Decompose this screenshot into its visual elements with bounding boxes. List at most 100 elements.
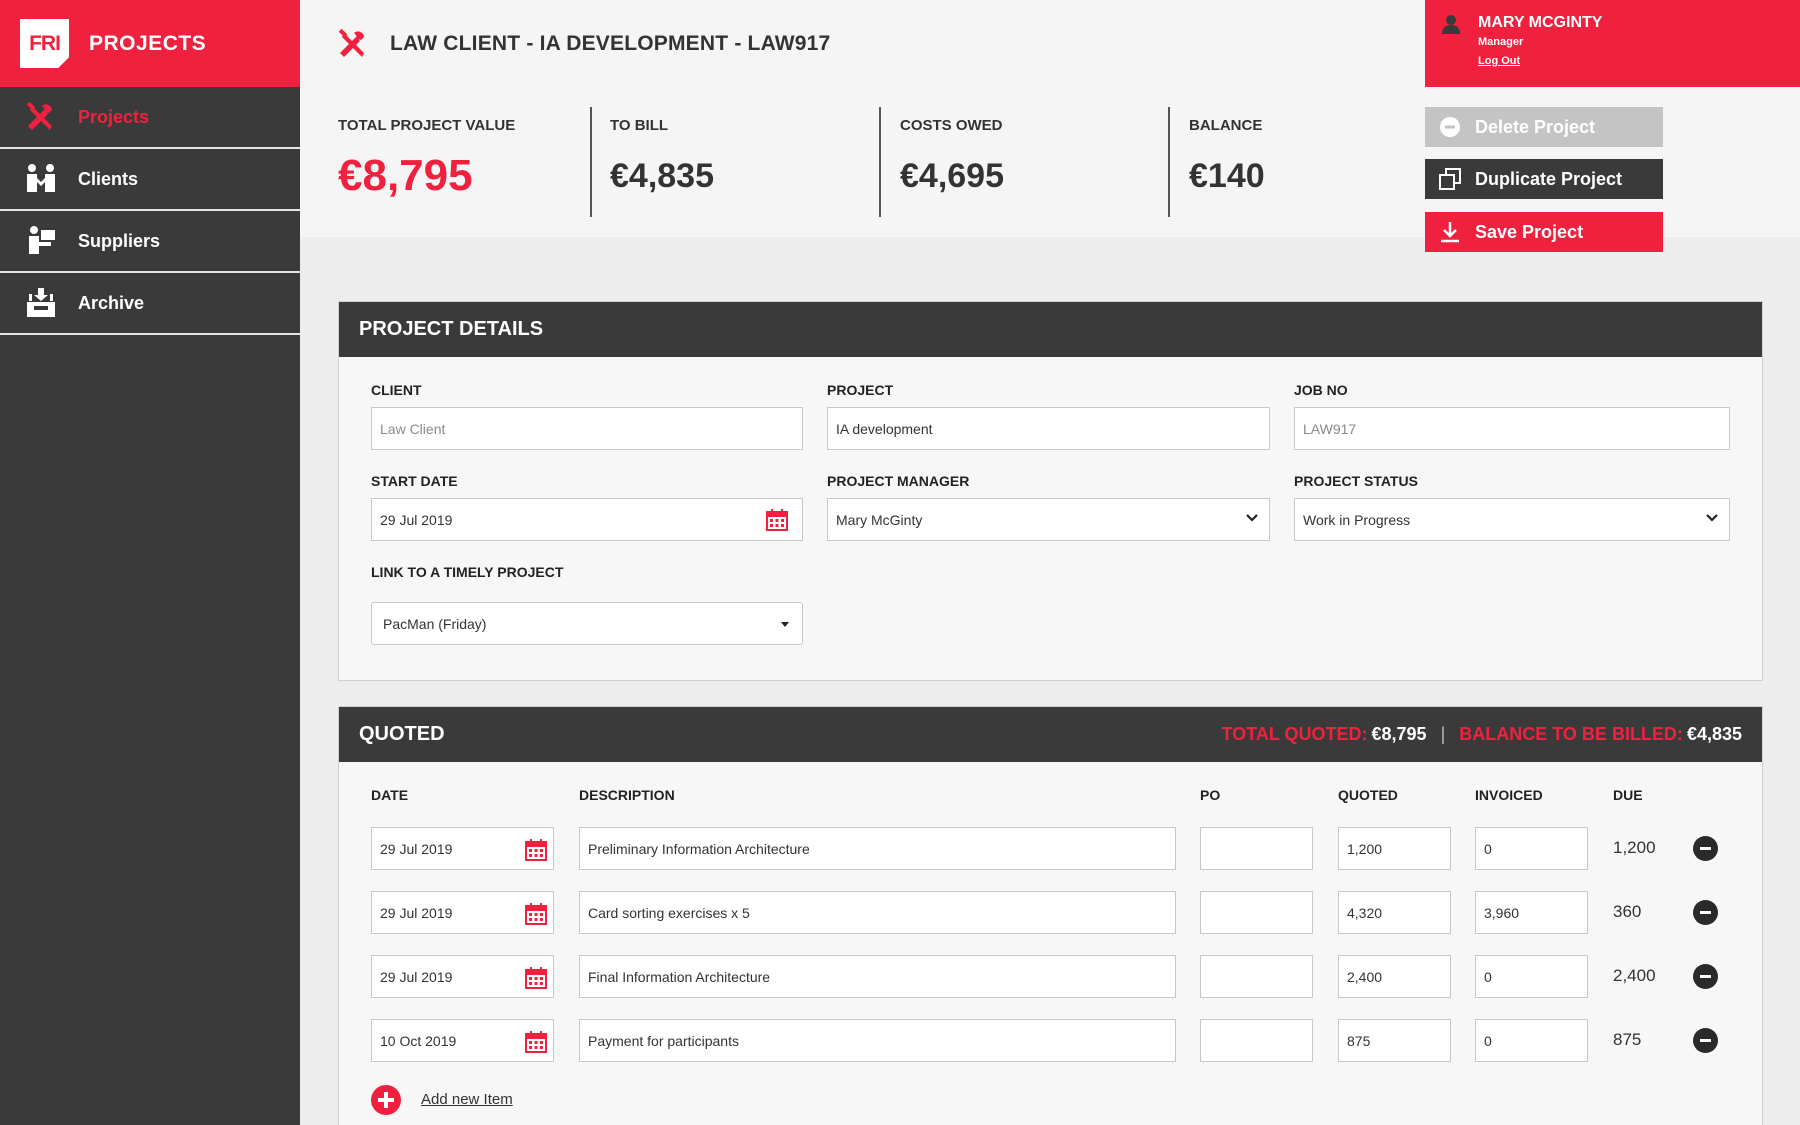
calendar-icon[interactable]	[525, 903, 547, 928]
row-invoiced-field[interactable]: 0	[1475, 827, 1588, 870]
column-header-invoiced: INVOICED	[1475, 787, 1543, 803]
row-invoiced-field[interactable]: 0	[1475, 1019, 1588, 1062]
row-invoiced: 3,960	[1484, 904, 1520, 921]
duplicate-project-button[interactable]: Duplicate Project	[1425, 159, 1663, 199]
row-po-field[interactable]	[1200, 827, 1313, 870]
row-date-field[interactable]: 29 Jul 2019	[371, 891, 554, 934]
project-label: PROJECT	[827, 382, 894, 398]
button-label: Delete Project	[1475, 116, 1596, 137]
archive-icon	[24, 286, 58, 320]
row-date-field[interactable]: 29 Jul 2019	[371, 955, 554, 998]
panel-title: QUOTED	[359, 723, 445, 745]
add-item-button[interactable]	[371, 1085, 401, 1115]
chevron-down-icon	[1245, 511, 1259, 528]
row-invoiced-field[interactable]: 3,960	[1475, 891, 1588, 934]
row-description: Payment for participants	[588, 1032, 739, 1049]
minus-circle-icon	[1439, 116, 1461, 138]
row-quoted-field[interactable]: 875	[1338, 1019, 1451, 1062]
add-new-item-link[interactable]: Add new Item	[421, 1091, 513, 1108]
remove-row-button[interactable]	[1693, 964, 1718, 989]
sidebar-item-clients[interactable]: Clients	[0, 149, 300, 211]
row-description: Card sorting exercises x 5	[588, 904, 750, 921]
calendar-icon[interactable]	[525, 967, 547, 992]
chevron-down-icon	[1705, 511, 1719, 528]
row-date: 29 Jul 2019	[380, 904, 453, 921]
row-description-field[interactable]: Card sorting exercises x 5	[579, 891, 1176, 934]
start-date-value: 29 Jul 2019	[380, 511, 453, 528]
column-header-due: DUE	[1613, 787, 1643, 803]
calendar-icon[interactable]	[525, 839, 547, 864]
job-no-field[interactable]: LAW917	[1294, 407, 1730, 450]
stat-label: BALANCE	[1189, 117, 1263, 134]
client-label: CLIENT	[371, 382, 422, 398]
calendar-icon[interactable]	[766, 509, 788, 531]
row-due: 2,400	[1613, 966, 1656, 985]
row-quoted-field[interactable]: 4,320	[1338, 891, 1451, 934]
stat-value: €140	[1189, 157, 1265, 195]
row-po-field[interactable]	[1200, 1019, 1313, 1062]
sidebar: Projects Clients Suppliers Archive	[0, 87, 300, 1125]
remove-row-button[interactable]	[1693, 900, 1718, 925]
save-project-button[interactable]: Save Project	[1425, 212, 1663, 252]
stat-label: TOTAL PROJECT VALUE	[338, 117, 516, 134]
remove-row-button[interactable]	[1693, 836, 1718, 861]
project-status-select[interactable]: Work in Progress	[1294, 498, 1730, 541]
row-invoiced-field[interactable]: 0	[1475, 955, 1588, 998]
calendar-icon[interactable]	[525, 1031, 547, 1056]
row-date-field[interactable]: 10 Oct 2019	[371, 1019, 554, 1062]
timely-project-label: LINK TO A TIMELY PROJECT	[371, 564, 564, 580]
plus-icon	[378, 1092, 394, 1108]
sidebar-item-archive[interactable]: Archive	[0, 273, 300, 335]
user-icon	[1442, 14, 1460, 34]
remove-row-button[interactable]	[1693, 1028, 1718, 1053]
total-quoted-value: €8,795	[1371, 724, 1427, 744]
start-date-field[interactable]: 29 Jul 2019	[371, 498, 803, 541]
row-quoted: 875	[1347, 1032, 1371, 1049]
row-due: 875	[1613, 1030, 1642, 1049]
user-panel: MARY MCGINTY Manager Log Out	[1425, 0, 1800, 87]
row-description-field[interactable]: Preliminary Information Architecture	[579, 827, 1176, 870]
column-header-po: PO	[1200, 787, 1221, 803]
stat-value: €8,795	[338, 151, 473, 200]
sidebar-item-projects[interactable]: Projects	[0, 87, 300, 149]
row-quoted: 2,400	[1347, 968, 1383, 985]
row-date-field[interactable]: 29 Jul 2019	[371, 827, 554, 870]
user-role: Manager	[1478, 36, 1524, 48]
user-name: MARY MCGINTY	[1478, 14, 1603, 31]
fri-logo: FRI	[20, 19, 69, 68]
row-date: 29 Jul 2019	[380, 840, 453, 857]
row-due: 1,200	[1613, 838, 1656, 857]
panel-header: PROJECT DETAILS	[339, 302, 1762, 357]
client-field[interactable]: Law Client	[371, 407, 803, 450]
delete-project-button[interactable]: Delete Project	[1425, 107, 1663, 147]
project-status-label: PROJECT STATUS	[1294, 473, 1418, 489]
job-no-placeholder: LAW917	[1303, 420, 1357, 437]
project-field[interactable]: IA development	[827, 407, 1270, 450]
stat-label: TO BILL	[610, 117, 669, 134]
sidebar-item-label: Projects	[78, 106, 150, 127]
quoted-panel: QUOTED TOTAL QUOTED: €8,795 | BALANCE TO…	[338, 706, 1763, 1125]
row-po-field[interactable]	[1200, 955, 1313, 998]
row-po-field[interactable]	[1200, 891, 1313, 934]
project-value: IA development	[836, 420, 933, 437]
tools-icon	[24, 100, 58, 134]
row-date: 10 Oct 2019	[380, 1032, 457, 1049]
logout-link[interactable]: Log Out	[1478, 55, 1520, 67]
timely-project-select[interactable]: PacMan (Friday)	[371, 602, 803, 645]
row-quoted-field[interactable]: 2,400	[1338, 955, 1451, 998]
row-quoted-field[interactable]: 1,200	[1338, 827, 1451, 870]
project-summary: TOTAL PROJECT VALUE €8,795 TO BILL €4,83…	[300, 87, 1425, 237]
start-date-label: START DATE	[371, 473, 458, 489]
row-description-field[interactable]: Payment for participants	[579, 1019, 1176, 1062]
project-manager-select[interactable]: Mary McGinty	[827, 498, 1270, 541]
row-due: 360	[1613, 902, 1642, 921]
tools-icon	[336, 27, 370, 61]
row-date: 29 Jul 2019	[380, 968, 453, 985]
row-invoiced: 0	[1484, 968, 1492, 985]
panel-title: PROJECT DETAILS	[359, 318, 544, 340]
sidebar-item-suppliers[interactable]: Suppliers	[0, 211, 300, 273]
row-description-field[interactable]: Final Information Architecture	[579, 955, 1176, 998]
sidebar-item-label: Clients	[78, 168, 139, 189]
quoted-totals: TOTAL QUOTED: €8,795 | BALANCE TO BE BIL…	[1222, 724, 1742, 745]
column-header-quoted: QUOTED	[1338, 787, 1398, 803]
